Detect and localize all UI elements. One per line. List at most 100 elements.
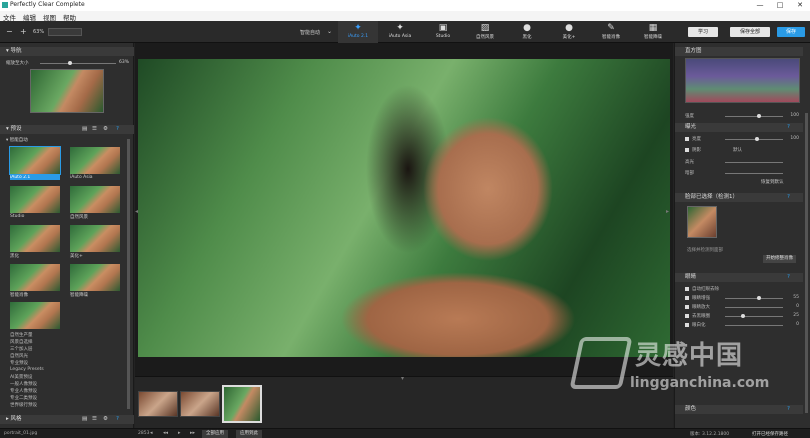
preset-iauto-asia-button[interactable]: ✦ iAuto Asia (380, 21, 420, 43)
filmstrip-thumb-selected[interactable] (222, 385, 262, 423)
preset-thumb-smart-portrait[interactable]: 智能肖像 (10, 264, 60, 298)
preset-studio-button[interactable]: ▣ Studio (423, 21, 463, 43)
preset-thumb-studio[interactable]: Studio (10, 186, 60, 219)
zoom-out-button[interactable]: − (6, 27, 13, 36)
preset-tree-item[interactable]: 一般人像预设 (10, 381, 37, 387)
preset-group-label[interactable]: ▾ 智能自动 (6, 137, 28, 143)
nav-header[interactable]: ▾ 导航 (0, 47, 134, 56)
preset-tree-item[interactable]: 专业人像预设 (10, 388, 37, 394)
checkbox[interactable] (685, 136, 689, 141)
checkbox[interactable] (685, 295, 689, 300)
help-icon[interactable]: ? (787, 193, 790, 202)
color-header[interactable]: 颜色 ? (675, 405, 803, 414)
dark-circles-slider-knob[interactable] (741, 314, 745, 318)
style-header[interactable]: ▸ 风格 ▤ ☰ ⚙ ? (0, 415, 134, 424)
strength-slider[interactable] (725, 116, 783, 117)
zoom-slider-knob[interactable] (68, 61, 72, 65)
collapse-filmstrip-icon[interactable]: ▾ (401, 375, 404, 382)
eye-whiten-slider[interactable] (725, 325, 783, 326)
brightness-slider[interactable] (725, 139, 783, 140)
checkbox[interactable] (685, 147, 689, 152)
eye-enhance-slider-knob[interactable] (757, 296, 761, 300)
collapse-left-icon[interactable]: ◂ (135, 208, 138, 215)
eyes-header[interactable]: 眼睛 ? (675, 273, 803, 282)
preset-thumb-denoise[interactable]: 智能降噪 (70, 264, 120, 298)
zoom-in-button[interactable]: + (20, 27, 27, 36)
presets-header[interactable]: ▾ 预设 ▤ ☰ ⚙ ? (0, 125, 134, 134)
preset-tree-item[interactable]: 专业二类预设 (10, 395, 37, 401)
checkbox[interactable] (685, 286, 689, 291)
close-button[interactable]: ✕ (790, 0, 810, 11)
dark-circles-slider[interactable] (725, 316, 783, 317)
apply-here-button[interactable]: 应用到此 (236, 430, 262, 438)
strength-slider-knob[interactable] (757, 114, 761, 118)
highlight-slider[interactable] (725, 162, 783, 163)
preset-iauto-21-button[interactable]: ✦ iAuto 2.1 (338, 21, 378, 43)
eye-enlarge-slider[interactable] (725, 307, 783, 308)
gear-icon[interactable]: ⚙ (103, 415, 108, 424)
preset-thumb-black[interactable]: 黑化 (10, 225, 60, 259)
preset-landscape-button[interactable]: ▨ 自然风景 (465, 21, 505, 43)
adjustments-scrollbar[interactable] (805, 113, 808, 413)
open-save-folder-link[interactable]: 打开已经保存路径 (752, 431, 788, 437)
help-icon[interactable]: ? (787, 273, 790, 282)
filmstrip-thumb[interactable] (138, 391, 178, 417)
collapse-right-icon[interactable]: ▸ (666, 208, 669, 215)
preset-beautify-button[interactable]: ● 美化+ (549, 21, 589, 43)
reset-default-button[interactable]: 恢复到默认 (761, 179, 784, 185)
preset-thumb-beautify[interactable]: 美化+ (70, 225, 120, 259)
first-image-button[interactable]: ◂◂ (163, 430, 168, 436)
preset-tree-item[interactable]: 世界级行预设 (10, 402, 37, 408)
save-button[interactable]: 保存 (777, 27, 805, 37)
apply-all-button[interactable]: 全部应用 (202, 430, 228, 438)
zoom-slider[interactable] (40, 63, 116, 64)
face-thumbnail[interactable] (687, 206, 717, 238)
help-icon[interactable]: ? (116, 125, 119, 134)
eye-enhance-slider[interactable] (725, 298, 783, 299)
next-image-button[interactable]: ▸ (178, 430, 181, 436)
help-icon[interactable]: ? (787, 405, 790, 414)
preset-mode-dropdown[interactable]: 智能自动 (300, 29, 320, 36)
gear-icon[interactable]: ⚙ (103, 125, 108, 134)
preset-thumb-landscape[interactable]: 自然风景 (70, 186, 120, 220)
preset-smart-portrait-button[interactable]: ✎ 智能肖像 (591, 21, 631, 43)
exposure-header[interactable]: 曝光 ? (675, 123, 803, 132)
histogram-header[interactable]: 直方图 (675, 47, 803, 56)
main-photo[interactable] (138, 59, 670, 357)
presets-scrollbar[interactable] (127, 139, 130, 409)
face-header[interactable]: 脸部已选择（检测1） ? (675, 193, 803, 202)
minimize-button[interactable]: — (750, 0, 770, 11)
help-icon[interactable]: ? (787, 123, 790, 132)
checkbox[interactable] (685, 304, 689, 309)
list-view-icon[interactable]: ☰ (92, 125, 97, 134)
checkbox[interactable] (685, 322, 689, 327)
preset-denoise-button[interactable]: ▦ 智能降噪 (633, 21, 673, 43)
preset-thumb-extra[interactable] (10, 302, 60, 334)
save-all-button[interactable]: 保存全部 (730, 27, 770, 37)
grid-view-icon[interactable]: ▤ (82, 415, 87, 424)
view-mode-toggle[interactable] (48, 28, 82, 36)
help-icon[interactable]: ? (116, 415, 119, 424)
preset-tree-item[interactable]: Legacy Presets (10, 367, 44, 372)
image-canvas[interactable]: ◂ ▸ (135, 43, 673, 376)
preset-thumb-iauto-21[interactable]: iAuto 2.1 (9, 146, 61, 180)
checkbox[interactable] (685, 313, 689, 318)
preset-thumb-iauto-asia[interactable]: iAuto Asia (70, 147, 120, 180)
dark-slider[interactable] (725, 173, 783, 174)
preset-tree-item[interactable]: AI美景预设 (10, 374, 32, 380)
preset-tree-item[interactable]: 专业预设 (10, 360, 28, 366)
filmstrip-thumb[interactable] (180, 391, 220, 417)
preset-tree-item[interactable]: 三个加入层 (10, 346, 33, 352)
preset-black-button[interactable]: ● 黑化 (507, 21, 547, 43)
brightness-slider-knob[interactable] (755, 137, 759, 141)
preset-tree-item[interactable]: 风景自选择 (10, 339, 33, 345)
learn-button[interactable]: 学习 (688, 27, 718, 37)
preset-tree-item[interactable]: 自然生产量 (10, 332, 33, 338)
list-view-icon[interactable]: ☰ (92, 415, 97, 424)
maximize-button[interactable]: □ (770, 0, 790, 11)
portrait-edit-button[interactable]: 开始修整肖像 (763, 255, 796, 263)
preset-tree-item[interactable]: 自然风光 (10, 353, 28, 359)
last-image-button[interactable]: ▸▸ (190, 430, 195, 436)
prev-image-button[interactable]: ◂ (150, 430, 153, 436)
grid-view-icon[interactable]: ▤ (82, 125, 87, 134)
